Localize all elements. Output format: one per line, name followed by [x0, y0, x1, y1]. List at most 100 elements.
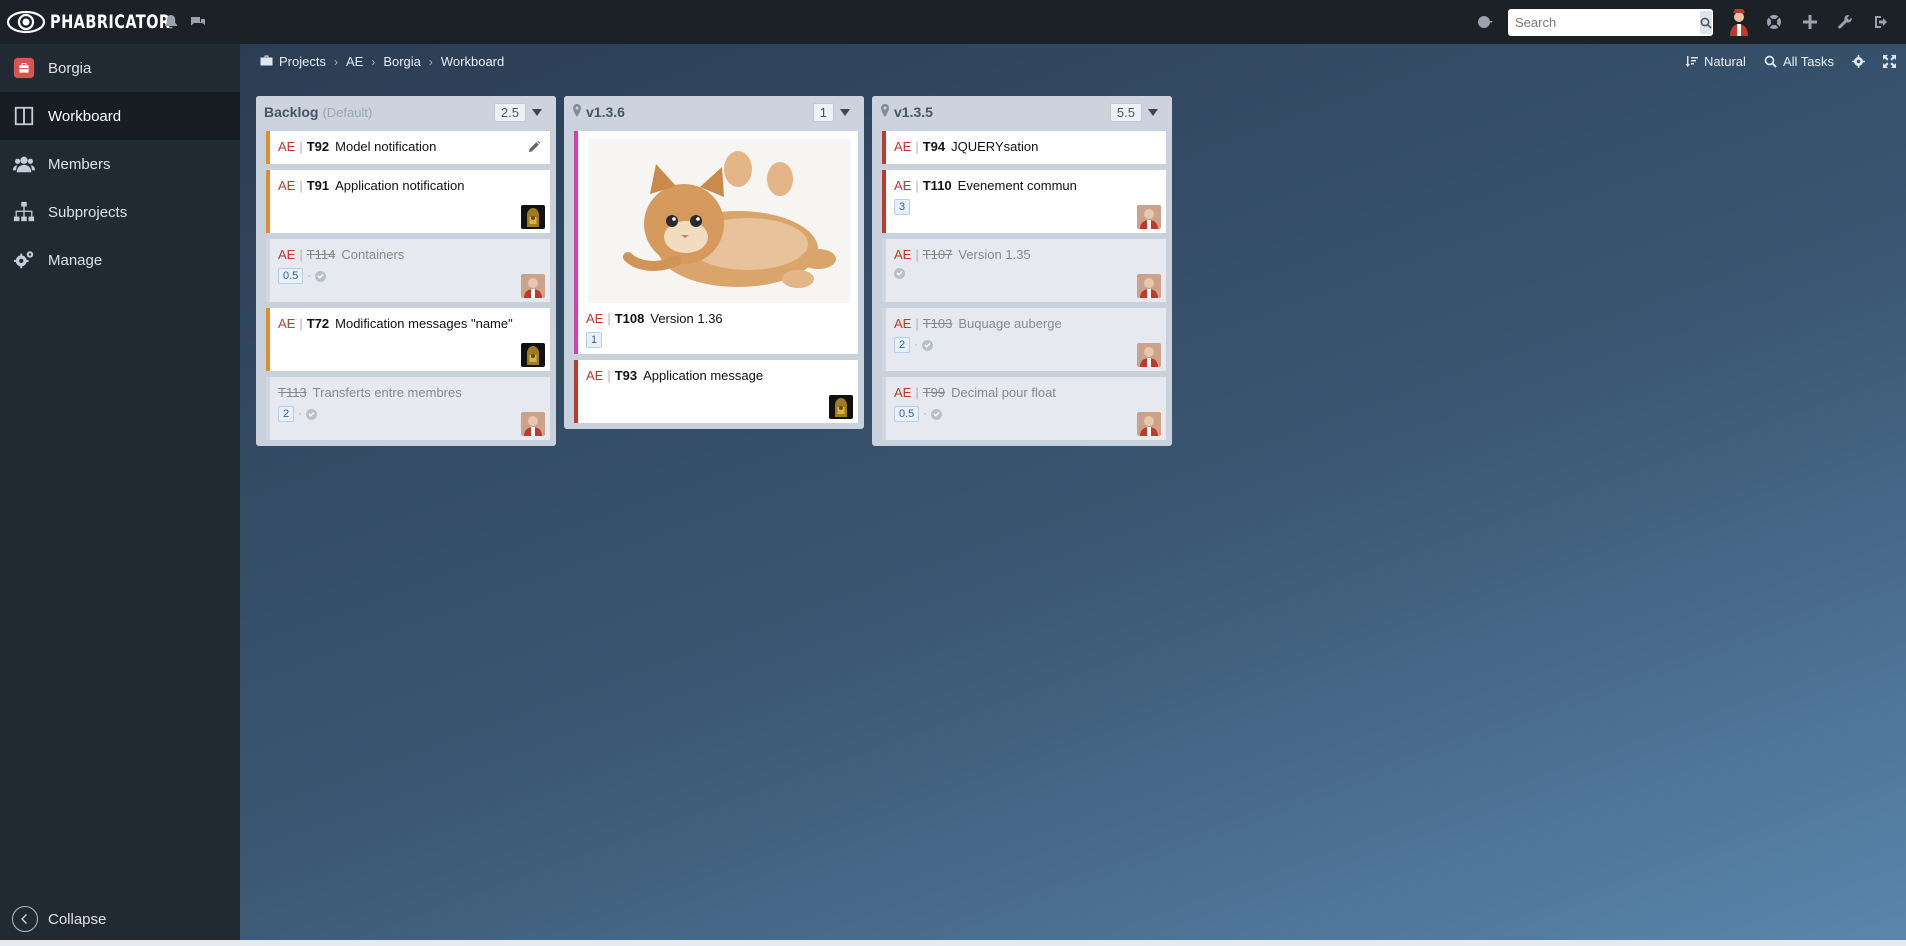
columns-icon	[0, 105, 48, 127]
search-button[interactable]	[1700, 11, 1712, 34]
owner-avatar[interactable]	[521, 343, 545, 367]
column-menu-caret-icon[interactable]	[834, 108, 856, 116]
task-title[interactable]: Decimal pour float	[951, 385, 1056, 400]
task-title[interactable]: Version 1.35	[958, 247, 1030, 262]
sort-order-button[interactable]: Natural	[1685, 54, 1746, 69]
project-tag[interactable]: AE	[586, 368, 603, 383]
task-id[interactable]: T94	[923, 139, 945, 154]
owner-avatar[interactable]	[521, 412, 545, 436]
task-id[interactable]: T107	[923, 247, 953, 262]
task-id[interactable]: T113	[278, 385, 307, 400]
wrench-icon[interactable]	[1834, 11, 1856, 33]
globe-menu-icon[interactable]	[1470, 11, 1500, 33]
card-meta: 2 ·	[278, 406, 542, 422]
project-tag[interactable]: AE	[894, 247, 911, 262]
notifications-bell-icon[interactable]	[160, 11, 182, 33]
search-icon	[1764, 55, 1777, 68]
task-card-t108[interactable]: AE | T108 Version 1.36 1	[574, 131, 858, 354]
task-card-t103[interactable]: AE | T103 Buquage auberge 2 ·	[882, 308, 1166, 371]
sidebar-item-members[interactable]: Members	[0, 140, 240, 188]
owner-avatar[interactable]	[829, 395, 853, 419]
task-id[interactable]: T72	[307, 316, 329, 331]
task-title[interactable]: Application message	[643, 368, 763, 383]
owner-avatar[interactable]	[521, 274, 545, 298]
card-list: AE | T92 Model notification AE | T91 Appli…	[256, 128, 556, 440]
owner-avatar[interactable]	[1137, 343, 1161, 367]
task-id[interactable]: T92	[307, 139, 329, 154]
sidebar-item-workboard[interactable]: Workboard	[0, 92, 240, 140]
breadcrumb-ae[interactable]: AE	[346, 54, 363, 69]
column-header: v1.3.6 1	[564, 96, 864, 128]
divider: |	[299, 139, 303, 154]
task-id[interactable]: T103	[923, 316, 953, 331]
task-title[interactable]: Application notification	[335, 178, 464, 193]
task-card-t99[interactable]: AE | T99 Decimal pour float 0.5 ·	[882, 377, 1166, 440]
task-title[interactable]: Model notification	[335, 139, 436, 154]
search-input[interactable]	[1508, 9, 1698, 36]
owner-avatar[interactable]	[521, 205, 545, 229]
messages-icon[interactable]	[187, 11, 209, 33]
task-id[interactable]: T93	[615, 368, 637, 383]
logout-icon[interactable]	[1870, 11, 1892, 33]
filter-label: All Tasks	[1782, 54, 1834, 69]
points-badge: 2	[894, 337, 911, 353]
points-badge: 2	[278, 406, 295, 422]
column-title: Backlog	[264, 104, 319, 120]
task-title[interactable]: JQUERYsation	[951, 139, 1038, 154]
owner-avatar[interactable]	[1137, 274, 1161, 298]
divider: |	[299, 247, 303, 262]
task-title[interactable]: Buquage auberge	[958, 316, 1061, 331]
task-title[interactable]: Version 1.36	[650, 311, 722, 326]
divider: |	[299, 178, 303, 193]
help-lifebuoy-icon[interactable]	[1763, 11, 1785, 33]
project-tag[interactable]: AE	[278, 247, 295, 262]
task-card-t93[interactable]: AE | T93 Application message	[574, 360, 858, 423]
project-tag[interactable]: AE	[894, 139, 911, 154]
task-title[interactable]: Modification messages "name"	[335, 316, 513, 331]
sidebar-item-manage[interactable]: Manage	[0, 236, 240, 284]
task-title[interactable]: Containers	[341, 247, 404, 262]
task-card-t107[interactable]: AE | T107 Version 1.35	[882, 239, 1166, 302]
plus-icon[interactable]	[1799, 11, 1821, 33]
breadcrumb: Projects › AE › Borgia › Workboard Natur…	[240, 44, 1906, 79]
task-card-t113[interactable]: T113 Transferts entre membres 2 ·	[266, 377, 550, 440]
project-tag[interactable]: AE	[278, 178, 295, 193]
collapse-sidebar-button[interactable]: Collapse	[12, 906, 106, 932]
workboard: Backlog (Default) 2.5 AE | T92 Model noti…	[256, 96, 1172, 446]
sidebar-item-borgia[interactable]: Borgia	[0, 44, 240, 92]
owner-avatar[interactable]	[1137, 412, 1161, 436]
breadcrumb-projects[interactable]: Projects	[260, 54, 326, 70]
task-id[interactable]: T110	[923, 178, 952, 193]
task-card-t114[interactable]: AE | T114 Containers 0.5 ·	[266, 239, 550, 302]
task-id[interactable]: T99	[923, 385, 945, 400]
column-menu-caret-icon[interactable]	[1142, 108, 1164, 116]
task-title[interactable]: Transferts entre membres	[313, 385, 462, 400]
sidebar-item-subprojects[interactable]: Subprojects	[0, 188, 240, 236]
task-card-t110[interactable]: AE | T110 Evenement commun 3	[882, 170, 1166, 233]
task-card-t72[interactable]: AE | T72 Modification messages "name"	[266, 308, 550, 371]
task-card-t91[interactable]: AE | T91 Application notification	[266, 170, 550, 233]
project-tag[interactable]: AE	[586, 311, 603, 326]
task-card-t94[interactable]: AE | T94 JQUERYsation	[882, 131, 1166, 164]
milestone-pin-icon	[880, 104, 894, 120]
project-tag[interactable]: AE	[894, 178, 911, 193]
task-id[interactable]: T108	[615, 311, 645, 326]
user-avatar[interactable]	[1726, 8, 1752, 36]
task-card-t92[interactable]: AE | T92 Model notification	[266, 131, 550, 164]
points-badge: 0.5	[278, 268, 304, 284]
task-title[interactable]: Evenement commun	[958, 178, 1077, 193]
filter-button[interactable]: All Tasks	[1764, 54, 1834, 69]
column-menu-caret-icon[interactable]	[526, 108, 548, 116]
project-tag[interactable]: AE	[894, 385, 911, 400]
project-tag[interactable]: AE	[278, 139, 295, 154]
breadcrumb-workboard[interactable]: Workboard	[441, 54, 504, 69]
board-settings-gear-icon[interactable]	[1852, 55, 1865, 68]
project-tag[interactable]: AE	[894, 316, 911, 331]
task-id[interactable]: T91	[307, 178, 329, 193]
task-id[interactable]: T114	[307, 247, 336, 262]
breadcrumb-borgia[interactable]: Borgia	[383, 54, 421, 69]
project-tag[interactable]: AE	[278, 316, 295, 331]
fullscreen-expand-icon[interactable]	[1883, 55, 1896, 68]
pencil-icon[interactable]	[529, 140, 541, 155]
owner-avatar[interactable]	[1137, 205, 1161, 229]
